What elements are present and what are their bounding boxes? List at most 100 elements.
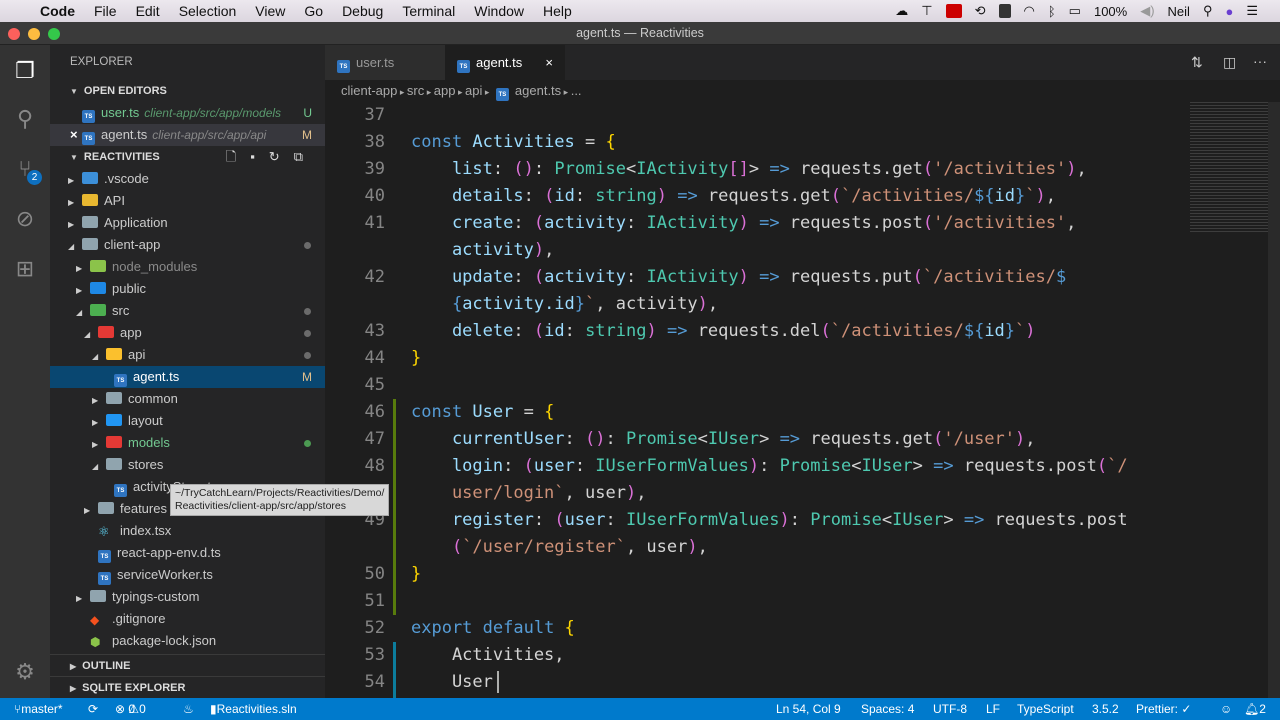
prettier-status[interactable]: Prettier: ✓ — [1136, 698, 1191, 720]
folder-item[interactable]: ◢ src — [50, 300, 325, 322]
file-item[interactable]: ⚛ index.tsx — [50, 520, 325, 542]
code-line[interactable]: list: (): Promise<IActivity[]> => reques… — [411, 156, 1087, 183]
outline-header[interactable]: ▶ OUTLINE — [50, 654, 325, 676]
chevron-right-icon[interactable]: ▶ — [84, 500, 94, 522]
feedback-smiley-icon[interactable]: ☺ — [1220, 698, 1232, 720]
bluetooth-icon[interactable]: ᛒ — [1048, 4, 1056, 19]
code-line[interactable]: {activity.id}`, activity), — [411, 291, 718, 318]
minimap[interactable] — [1190, 102, 1270, 232]
chevron-down-icon[interactable]: ◢ — [68, 236, 78, 258]
folder-item[interactable]: ▶ node_modules — [50, 256, 325, 278]
new-folder-icon[interactable]: ▪ — [250, 149, 269, 164]
spotlight-icon[interactable]: ⚲ — [1203, 3, 1213, 19]
code-line[interactable]: delete: (id: string) => requests.del(`/a… — [411, 318, 1036, 345]
chevron-right-icon[interactable]: ▶ — [92, 390, 102, 412]
breadcrumb-item[interactable]: agent.ts — [515, 83, 561, 98]
breadcrumb-item[interactable]: ... — [571, 83, 582, 98]
folder-item[interactable]: ▶ Application — [50, 212, 325, 234]
folder-item[interactable]: ◢ app — [50, 322, 325, 344]
folder-item[interactable]: ▶ .vscode — [50, 168, 325, 190]
chevron-right-icon[interactable]: ▶ — [76, 588, 86, 610]
tab-user-ts[interactable]: TS user.ts — [325, 45, 445, 80]
chevron-right-icon[interactable]: ▶ — [68, 192, 78, 214]
code-line[interactable]: user/login`, user), — [411, 480, 647, 507]
layout-icon[interactable] — [998, 4, 1011, 18]
cursor-position[interactable]: Ln 54, Col 9 — [776, 698, 841, 720]
folder-item[interactable]: ▶ layout — [50, 410, 325, 432]
git-branch[interactable]: ⑂ master* — [14, 698, 63, 720]
paint-roller-icon[interactable]: ⊤ — [921, 3, 932, 19]
file-item[interactable]: ⬢ package-lock.json — [50, 630, 325, 652]
folder-item[interactable]: ◢ stores — [50, 454, 325, 476]
indentation[interactable]: Spaces: 4 — [861, 698, 914, 720]
encoding[interactable]: UTF-8 — [933, 698, 967, 720]
code-line[interactable]: register: (user: IUserFormValues): Promi… — [411, 507, 1128, 534]
gear-icon[interactable]: ⚙ — [13, 660, 37, 684]
solution-indicator[interactable]: ▮ Reactivities.sln — [210, 698, 297, 720]
time-machine-icon[interactable]: ⟲ — [975, 3, 986, 19]
file-item[interactable]: TS react-app-env.d.ts — [50, 542, 325, 564]
search-icon[interactable]: ⚲ — [13, 107, 37, 131]
open-editor-item[interactable]: × TS agent.ts client-app/src/app/api M — [50, 124, 325, 146]
notification-center-icon[interactable]: ☰ — [1246, 3, 1258, 19]
notifications-bell[interactable]: 🔔︎ 2 — [1244, 698, 1266, 720]
chevron-right-icon[interactable]: ▶ — [92, 434, 102, 456]
code-line[interactable]: details: (id: string) => requests.get(`/… — [411, 183, 1056, 210]
folder-item[interactable]: ▶ common — [50, 388, 325, 410]
folder-item[interactable]: ◢ client-app — [50, 234, 325, 256]
folder-item[interactable]: ◢ api — [50, 344, 325, 366]
folder-item[interactable]: ▶ API — [50, 190, 325, 212]
file-item[interactable]: TS agent.ts M — [50, 366, 325, 388]
code-line[interactable]: Activities, — [411, 642, 565, 669]
more-actions-icon[interactable]: ··· — [1253, 53, 1267, 69]
chevron-right-icon[interactable]: ▶ — [68, 214, 78, 236]
code-line[interactable]: } — [411, 345, 421, 372]
code-line[interactable]: activity), — [411, 237, 554, 264]
menu-go[interactable]: Go — [304, 3, 323, 19]
code-line[interactable]: login: (user: IUserFormValues): Promise<… — [411, 453, 1128, 480]
minimize-window-button[interactable] — [28, 28, 40, 40]
close-editor-icon[interactable]: × — [70, 124, 82, 146]
typescript-version[interactable]: 3.5.2 — [1092, 698, 1119, 720]
user-name[interactable]: Neil — [1168, 4, 1190, 19]
chevron-right-icon[interactable]: ▶ — [76, 258, 86, 280]
film-icon[interactable] — [945, 4, 962, 18]
problems-indicator[interactable]: ⊗ 0 ⚠ 0 — [115, 698, 146, 720]
code-editor[interactable]: 37 38 const Activities = {39 list: (): Pro… — [325, 102, 1280, 698]
battery-label[interactable]: 100% — [1094, 4, 1127, 19]
chevron-right-icon[interactable]: ▶ — [76, 280, 86, 302]
editor-scrollbar[interactable] — [1268, 102, 1280, 698]
open-changes-icon[interactable]: ⇅ — [1191, 54, 1203, 71]
refresh-icon[interactable]: ↻ — [269, 149, 294, 164]
code-line[interactable]: User — [411, 669, 493, 696]
open-editor-item[interactable]: TS user.ts client-app/src/app/models U — [50, 102, 325, 124]
code-line[interactable]: } — [411, 561, 421, 588]
file-item[interactable]: TS serviceWorker.ts — [50, 564, 325, 586]
menu-app[interactable]: Code — [40, 3, 75, 19]
flame-icon[interactable]: ♨ — [183, 698, 194, 720]
explorer-icon[interactable]: ❐ — [13, 59, 37, 83]
menu-view[interactable]: View — [255, 3, 285, 19]
reactivities-header[interactable]: ▼ REACTIVITIES 🗋▪↻⧉ — [50, 146, 325, 168]
folder-item[interactable]: ▶ models — [50, 432, 325, 454]
menu-selection[interactable]: Selection — [179, 3, 237, 19]
chevron-down-icon[interactable]: ◢ — [76, 302, 86, 324]
folder-item[interactable]: ▶ typings-custom — [50, 586, 325, 608]
code-line[interactable]: create: (activity: IActivity) => request… — [411, 210, 1076, 237]
menu-terminal[interactable]: Terminal — [402, 3, 455, 19]
menu-help[interactable]: Help — [543, 3, 572, 19]
tab-agent-ts[interactable]: TS agent.ts × — [445, 45, 565, 80]
chevron-down-icon[interactable]: ◢ — [84, 324, 94, 346]
split-editor-icon[interactable]: ◫ — [1223, 54, 1236, 71]
chevron-right-icon[interactable]: ▶ — [92, 412, 102, 434]
file-item[interactable]: ◆ .gitignore — [50, 608, 325, 630]
folder-item[interactable]: ▶ public — [50, 278, 325, 300]
close-window-button[interactable] — [8, 28, 20, 40]
code-line[interactable]: (`/user/register`, user), — [411, 534, 708, 561]
menu-debug[interactable]: Debug — [342, 3, 383, 19]
breadcrumb-item[interactable]: app — [434, 83, 456, 98]
sync-icon[interactable]: ⟳ — [88, 698, 98, 720]
chevron-right-icon[interactable]: ▶ — [68, 170, 78, 192]
siri-icon[interactable]: ● — [1225, 4, 1233, 19]
chevron-down-icon[interactable]: ◢ — [92, 346, 102, 368]
